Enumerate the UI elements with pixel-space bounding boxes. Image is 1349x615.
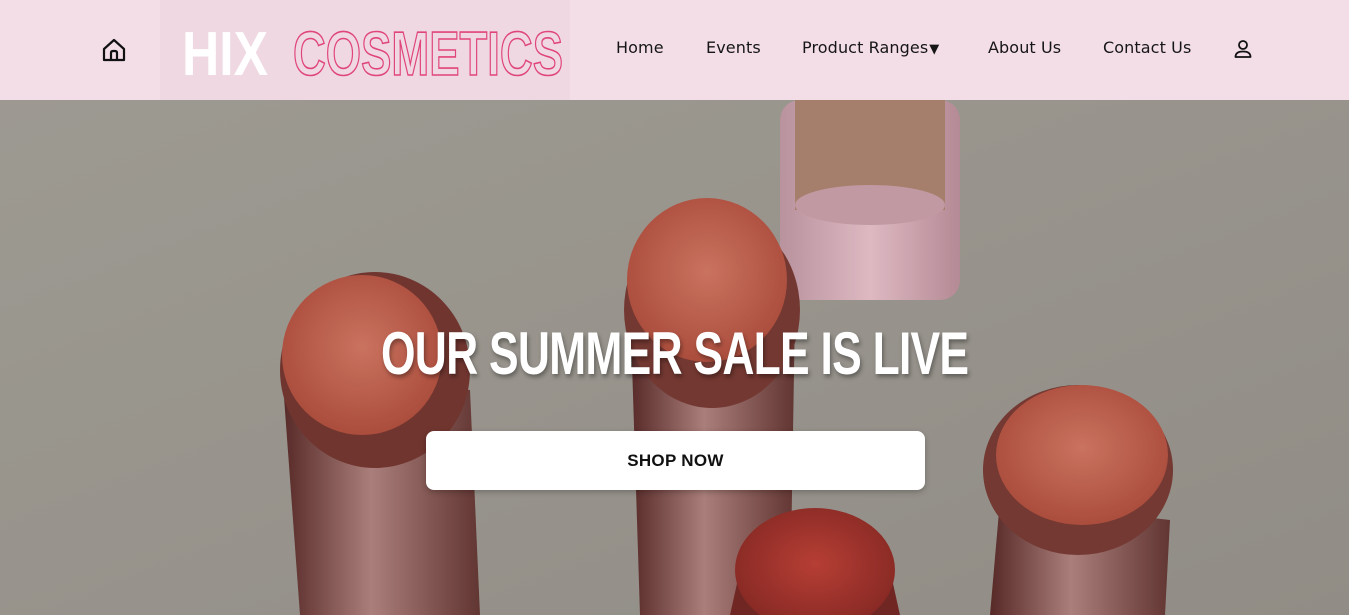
nav-events[interactable]: Events bbox=[706, 38, 761, 57]
nav-about-us[interactable]: About Us bbox=[988, 38, 1061, 57]
nav-product-ranges-label: Product Ranges bbox=[802, 38, 929, 57]
main-navigation: Home Events Product Ranges▼ About Us Con… bbox=[0, 0, 1349, 100]
shop-now-button[interactable]: SHOP NOW bbox=[426, 431, 925, 490]
nav-home[interactable]: Home bbox=[616, 38, 664, 57]
nav-product-ranges[interactable]: Product Ranges▼ bbox=[802, 38, 939, 57]
hero-banner: OUR SUMMER SALE IS LIVE SHOP NOW bbox=[0, 100, 1349, 615]
hero-title: OUR SUMMER SALE IS LIVE bbox=[380, 320, 969, 387]
user-icon[interactable] bbox=[1232, 38, 1254, 60]
caret-down-icon: ▼ bbox=[929, 42, 940, 57]
nav-contact-us[interactable]: Contact Us bbox=[1103, 38, 1191, 57]
site-header: HIX COSMETICS Home Events Product Ranges… bbox=[0, 0, 1349, 100]
